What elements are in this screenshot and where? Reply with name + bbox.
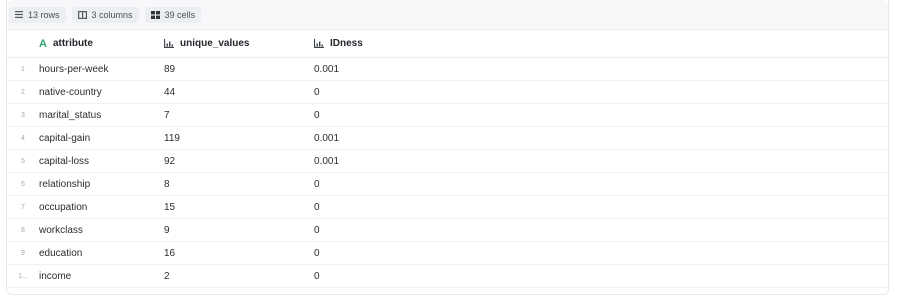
cell-idness[interactable]: 0.001 [314,156,888,167]
row-index: 1... [18,272,28,280]
cell-idness[interactable]: 0 [314,110,888,121]
cells-count-badge[interactable]: 39 cells [144,6,202,23]
table-row[interactable]: 7 occupation 15 0 [7,196,888,219]
cell-unique-values[interactable]: 44 [164,87,314,98]
table-header: A attribute unique_values IDness [7,30,888,58]
table-row[interactable]: 2 native-country 44 0 [7,81,888,104]
row-index: 7 [21,203,25,211]
text-type-icon: A [39,37,47,50]
row-index: 3 [21,111,25,119]
rows-icon [15,11,23,18]
table-row[interactable]: 9 education 16 0 [7,242,888,265]
cell-unique-values[interactable]: 7 [164,110,314,121]
table-row[interactable]: 1... income 2 0 [7,265,888,288]
table-row[interactable]: 8 workclass 9 0 [7,219,888,242]
row-index: 5 [21,157,25,165]
cell-idness[interactable]: 0.001 [314,133,888,144]
bar-chart-icon [314,39,324,48]
cell-attribute[interactable]: occupation [39,202,164,213]
rows-count-badge[interactable]: 13 rows [9,6,66,23]
cell-attribute[interactable]: capital-loss [39,156,164,167]
cell-unique-values[interactable]: 21640 [164,294,314,295]
column-header-label: IDness [330,38,363,49]
cell-unique-values[interactable]: 89 [164,64,314,75]
table-row[interactable]: 3 marital_status 7 0 [7,104,888,127]
cell-attribute[interactable]: education [39,248,164,259]
column-header-label: attribute [52,38,93,49]
columns-count-label: 3 columns [91,9,133,20]
table-row[interactable]: 11fnlwgt216400.148 [7,288,888,295]
cell-attribute[interactable]: fnlwgt [39,294,164,295]
table-row[interactable]: 1 hours-per-week 89 0.001 [7,58,888,81]
column-header-unique-values[interactable]: unique_values [164,38,314,49]
table-row[interactable]: 6 relationship 8 0 [7,173,888,196]
row-index: 2 [21,88,25,96]
cell-attribute[interactable]: hours-per-week [39,64,164,75]
table-body: 1 hours-per-week 89 0.001 2 native-country 44 0… [7,58,888,295]
data-table-panel: 13 rows 3 columns 39 cells A attribute u… [6,0,889,295]
cell-attribute[interactable]: native-country [39,87,164,98]
cell-attribute[interactable]: marital_status [39,110,164,121]
cell-idness[interactable]: 0 [314,225,888,236]
cell-unique-values[interactable]: 92 [164,156,314,167]
row-index: 8 [21,226,25,234]
cell-attribute[interactable]: income [39,271,164,282]
cell-idness[interactable]: 0.148 [314,294,888,295]
bar-chart-icon [164,39,174,48]
cell-idness[interactable]: 0 [314,87,888,98]
cell-unique-values[interactable]: 2 [164,271,314,282]
column-header-label: unique_values [180,38,250,49]
cell-attribute[interactable]: capital-gain [39,133,164,144]
row-index: 6 [21,180,25,188]
row-index: 9 [21,249,25,257]
columns-icon [77,10,87,19]
columns-count-badge[interactable]: 3 columns [71,6,139,23]
cell-unique-values[interactable]: 15 [164,202,314,213]
table-row[interactable]: 4 capital-gain 119 0.001 [7,127,888,150]
cell-unique-values[interactable]: 119 [164,133,314,144]
cell-unique-values[interactable]: 8 [164,179,314,190]
rows-count-label: 13 rows [28,9,60,20]
cell-attribute[interactable]: relationship [39,179,164,190]
column-header-idness[interactable]: IDness [314,38,888,49]
cell-idness[interactable]: 0.001 [314,64,888,75]
row-index: 1 [21,65,25,73]
cell-idness[interactable]: 0 [314,179,888,190]
cell-idness[interactable]: 0 [314,248,888,259]
row-index: 4 [21,134,25,142]
table-toolbar: 13 rows 3 columns 39 cells [7,0,888,30]
cells-icon [150,10,160,19]
cell-attribute[interactable]: workclass [39,225,164,236]
cell-idness[interactable]: 0 [314,271,888,282]
cells-count-label: 39 cells [164,9,196,20]
table-row[interactable]: 5 capital-loss 92 0.001 [7,150,888,173]
cell-idness[interactable]: 0 [314,202,888,213]
cell-unique-values[interactable]: 9 [164,225,314,236]
cell-unique-values[interactable]: 16 [164,248,314,259]
column-header-attribute[interactable]: A attribute [39,38,164,50]
